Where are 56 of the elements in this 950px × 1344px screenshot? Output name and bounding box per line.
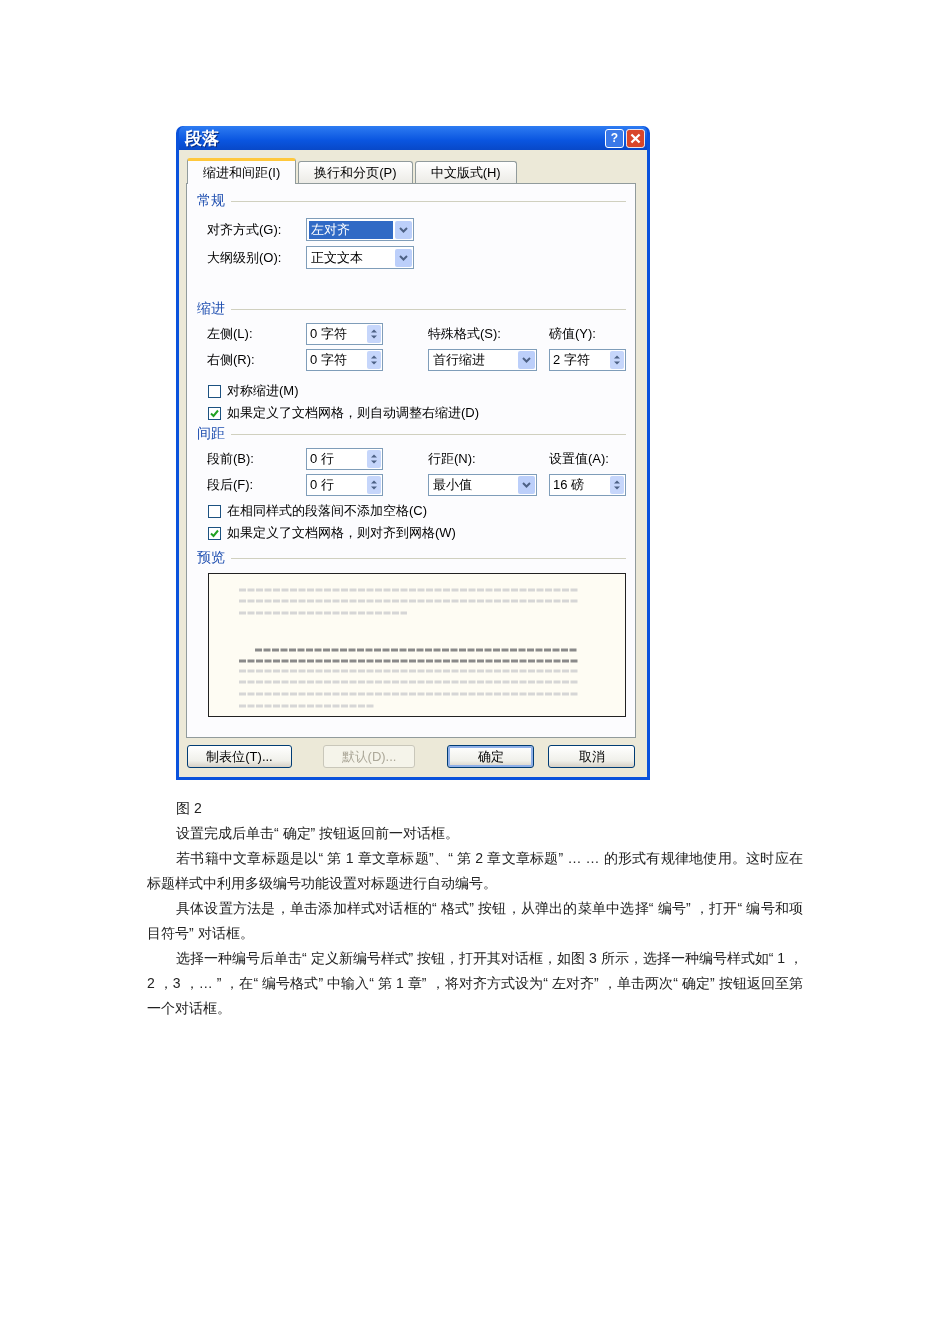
section-title: 间距	[197, 425, 225, 443]
dialog-button[interactable]: 取消	[548, 745, 635, 768]
checkbox-label[interactable]: 在相同样式的段落间不添加空格(C)	[227, 502, 428, 520]
field-label: 行距(N):	[428, 450, 477, 468]
spinner-field[interactable]: 0 字符	[306, 323, 383, 345]
chevron-down-icon[interactable]	[395, 220, 412, 239]
up-down-arrows-icon[interactable]	[610, 351, 624, 369]
paragraph: 具体设置方法是，单击添加样式对话框的“ 格式” 按钮，从弹出的菜单中选择“ 编号” ，打开“ 编号和项目符号” 对话框。	[147, 899, 803, 943]
up-down-arrows-icon[interactable]	[367, 450, 381, 468]
tab[interactable]: 中文版式(H)	[414, 161, 517, 183]
field-label: 磅值(Y):	[549, 325, 597, 343]
field-label: 对齐方式(G):	[207, 220, 283, 239]
chevron-down-icon[interactable]	[395, 248, 412, 267]
help-button[interactable]: ?	[605, 128, 624, 148]
field-label: 右侧(R):	[207, 351, 256, 369]
spinner-field[interactable]: 0 行	[306, 448, 383, 470]
tab[interactable]: 换行和分页(P)	[298, 161, 413, 183]
dropdown[interactable]: 最小值	[428, 474, 537, 496]
checkbox[interactable]	[208, 504, 221, 518]
checkbox[interactable]	[208, 384, 221, 398]
spinner-field[interactable]: 2 字符	[549, 349, 626, 371]
field-label: 段后(F):	[207, 476, 255, 494]
tab[interactable]: 缩进和间距(I)	[187, 158, 297, 184]
dropdown[interactable]: 左对齐	[306, 218, 414, 241]
spinner-field[interactable]: 16 磅	[549, 474, 626, 496]
section-title: 缩进	[197, 300, 225, 318]
chevron-down-icon[interactable]	[518, 351, 535, 369]
field-label: 段前(B):	[207, 450, 255, 468]
field-label: 设置值(A):	[549, 450, 610, 468]
window-title: 段落	[185, 127, 219, 150]
checkbox[interactable]	[208, 406, 221, 420]
figure-caption: 图 2	[175, 799, 203, 818]
up-down-arrows-icon[interactable]	[367, 351, 381, 369]
dropdown[interactable]: 正文文本	[306, 246, 414, 269]
checkbox-label[interactable]: 如果定义了文档网格，则自动调整右缩进(D)	[227, 404, 480, 422]
chevron-down-icon[interactable]	[518, 476, 535, 494]
field-label: 大纲级别(O):	[207, 248, 283, 267]
close-icon[interactable]	[626, 128, 645, 148]
up-down-arrows-icon[interactable]	[610, 476, 624, 494]
dialog-button[interactable]: 制表位(T)...	[187, 745, 292, 768]
checkbox-label[interactable]: 对称缩进(M)	[227, 382, 299, 400]
up-down-arrows-icon[interactable]	[367, 325, 381, 343]
paragraph: 若书籍中文章标题是以“ 第 1 章文章标题”、“ 第 2 章文章标题” … … 的形式有规律地使用。这时应在标题样式中利用多级编号功能设置对标题进行自动编号。	[147, 849, 803, 893]
spinner-field[interactable]: 0 行	[306, 474, 383, 496]
paragraph: 设置完成后单击“ 确定” 按钮返回前一对话框。	[175, 824, 461, 843]
up-down-arrows-icon[interactable]	[367, 476, 381, 494]
section-title: 常规	[197, 192, 225, 210]
paragraph: 选择一种编号后单击“ 定义新编号样式” 按钮，打开其对话框，如图 3 所示，选择一种编号样式如“ 1 ，2 ，3 ，… ” ，在“ 编号格式” 中输入“ 第 1 章” ，将对齐方式设为“ 左对齐” ，单击两次“ 确定” 按钮返回至第一个对话框。	[147, 949, 803, 1018]
checkbox[interactable]	[208, 526, 221, 540]
dialog-button[interactable]: 确定	[447, 745, 534, 768]
spinner-field[interactable]: 0 字符	[306, 349, 383, 371]
dropdown[interactable]: 首行缩进	[428, 349, 537, 371]
section-title: 预览	[197, 549, 225, 567]
field-label: 特殊格式(S):	[428, 325, 502, 343]
checkbox-label[interactable]: 如果定义了文档网格，则对齐到网格(W)	[227, 524, 456, 542]
field-label: 左侧(L):	[207, 325, 254, 343]
